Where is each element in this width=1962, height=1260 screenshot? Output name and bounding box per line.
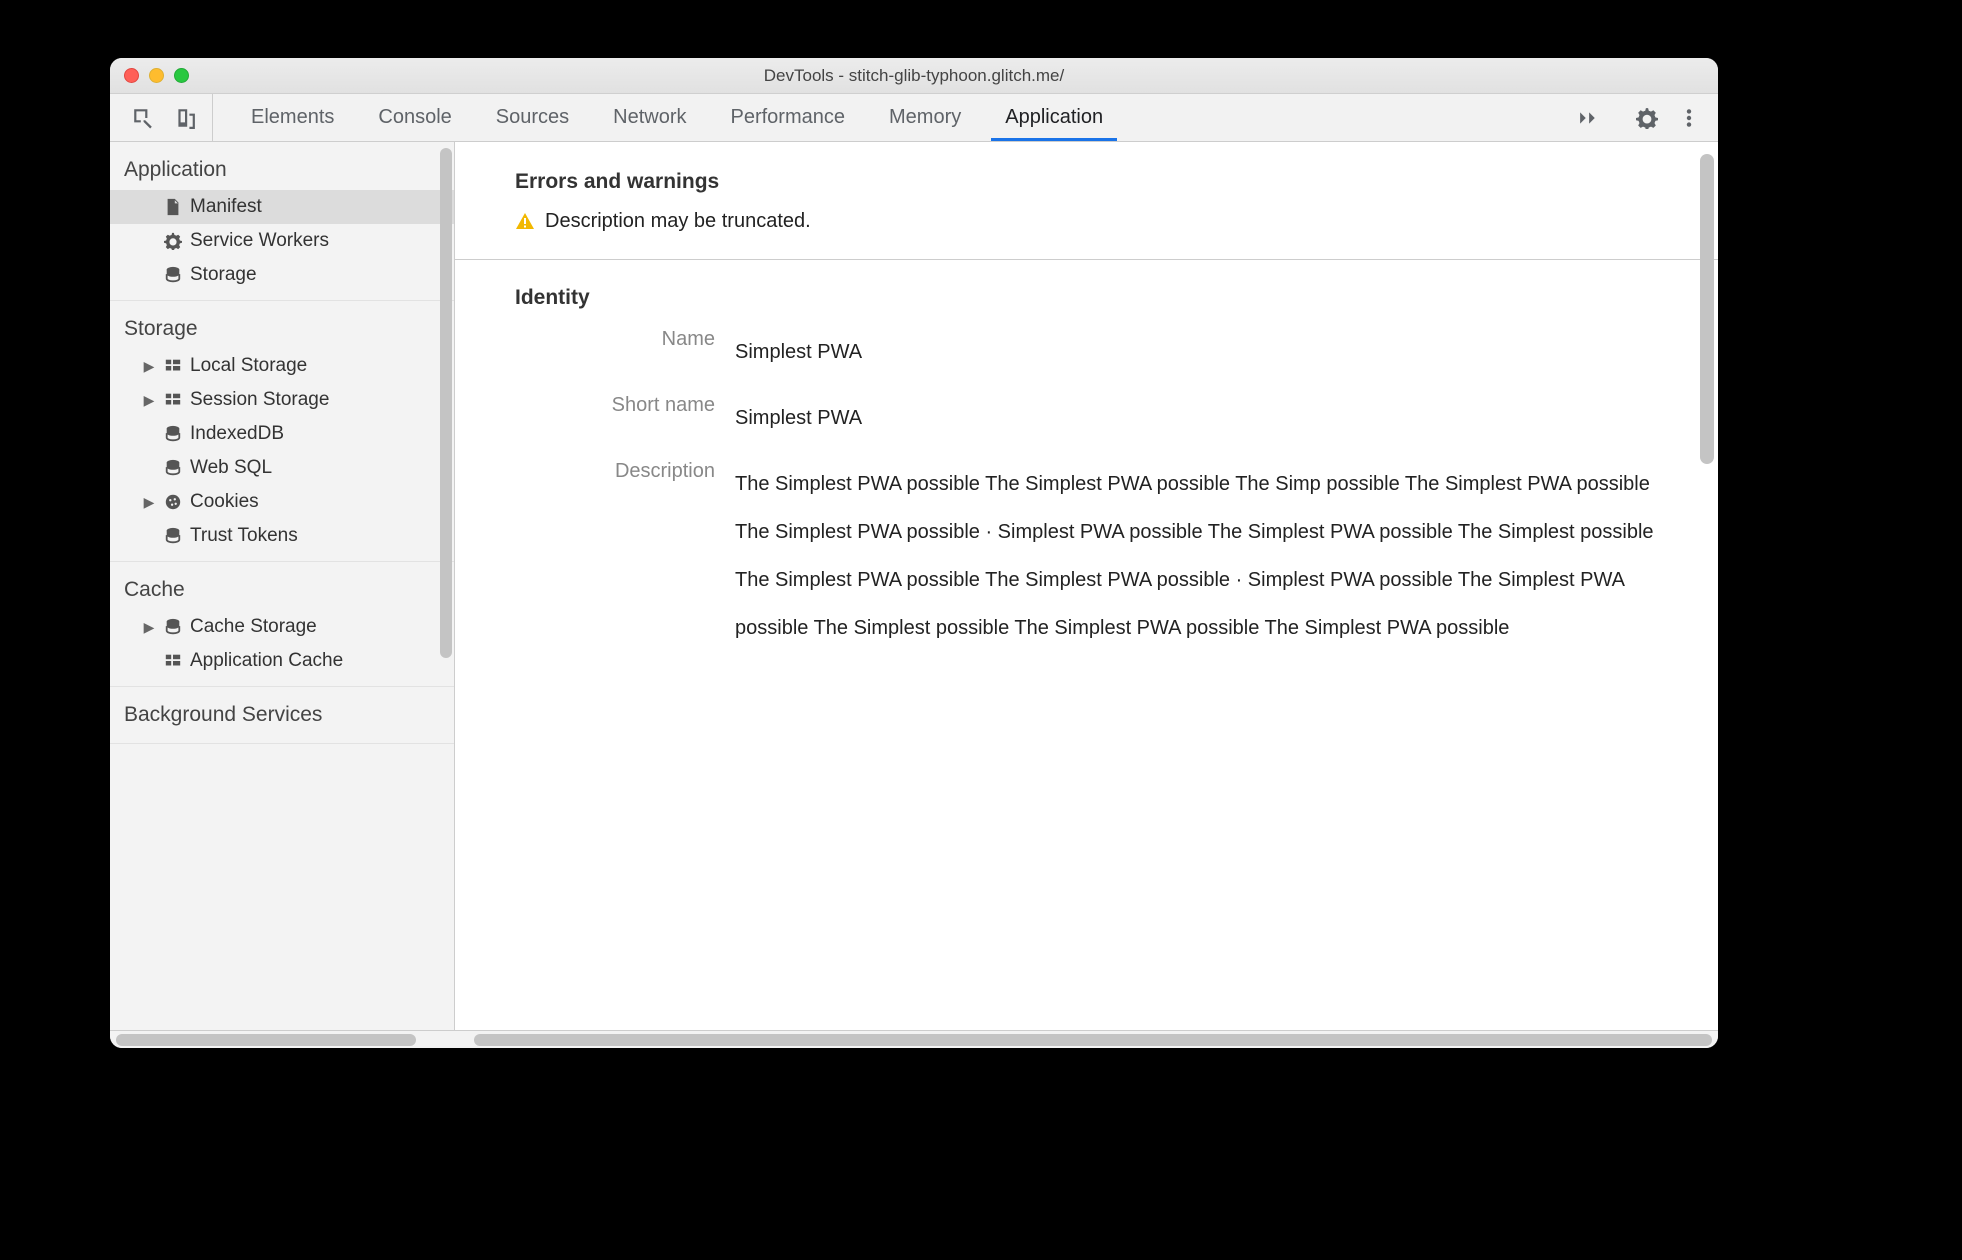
devtools-toolbar: ElementsConsoleSourcesNetworkPerformance… <box>110 94 1718 142</box>
tab-sources[interactable]: Sources <box>474 94 591 141</box>
sidebar-section-storage: Storage <box>110 309 454 349</box>
panel-body: Application▶Manifest▶Service Workers▶Sto… <box>110 142 1718 1030</box>
divider <box>455 259 1718 260</box>
application-sidebar: Application▶Manifest▶Service Workers▶Sto… <box>110 142 455 1030</box>
sidebar-item-label: Service Workers <box>190 230 444 252</box>
identity-shortname-value: Simplest PWA <box>735 394 1718 442</box>
sidebar-item-label: Storage <box>190 264 444 286</box>
sidebar-section-application: Application <box>110 150 454 190</box>
sidebar-item-local-storage[interactable]: ▶ Local Storage <box>110 349 454 383</box>
identity-name-row: Name Simplest PWA <box>515 328 1718 376</box>
tab-application[interactable]: Application <box>983 94 1125 141</box>
sidebar-scrollbar[interactable] <box>440 148 452 658</box>
warning-icon <box>515 212 535 232</box>
grid-icon <box>164 391 182 409</box>
file-icon <box>164 198 182 216</box>
sidebar-item-label: Web SQL <box>190 457 444 479</box>
settings-icon[interactable] <box>1632 103 1662 133</box>
identity-description-label: Description <box>515 460 715 652</box>
panel-tabs: ElementsConsoleSourcesNetworkPerformance… <box>213 94 1567 141</box>
content-scrollbar[interactable] <box>1700 154 1714 464</box>
sidebar-item-session-storage[interactable]: ▶ Session Storage <box>110 383 454 417</box>
more-menu-icon[interactable] <box>1674 103 1704 133</box>
identity-shortname-row: Short name Simplest PWA <box>515 394 1718 442</box>
db-icon <box>164 527 182 545</box>
tab-console[interactable]: Console <box>356 94 473 141</box>
sidebar-section-cache: Cache <box>110 570 454 610</box>
disclosure-triangle-icon[interactable]: ▶ <box>142 392 156 409</box>
identity-name-value: Simplest PWA <box>735 328 1718 376</box>
tab-performance[interactable]: Performance <box>709 94 868 141</box>
sidebar-section-background-services: Background Services <box>110 695 454 735</box>
window-title: DevTools - stitch-glib-typhoon.glitch.me… <box>110 66 1718 86</box>
sidebar-item-label: Trust Tokens <box>190 525 444 547</box>
sidebar-item-service-workers[interactable]: ▶Service Workers <box>110 224 454 258</box>
gear-icon <box>164 232 182 250</box>
disclosure-triangle-icon[interactable]: ▶ <box>142 358 156 375</box>
identity-heading: Identity <box>515 286 1718 310</box>
sidebar-item-label: IndexedDB <box>190 423 444 445</box>
sidebar-h-scrollbar[interactable] <box>116 1034 416 1046</box>
db-icon <box>164 266 182 284</box>
sidebar-item-indexeddb[interactable]: ▶IndexedDB <box>110 417 454 451</box>
warning-row: Description may be truncated. <box>515 210 1718 233</box>
sidebar-item-cookies[interactable]: ▶ Cookies <box>110 485 454 519</box>
sidebar-item-label: Local Storage <box>190 355 444 377</box>
devtools-window: DevTools - stitch-glib-typhoon.glitch.me… <box>110 58 1718 1048</box>
titlebar: DevTools - stitch-glib-typhoon.glitch.me… <box>110 58 1718 94</box>
tab-elements[interactable]: Elements <box>229 94 356 141</box>
more-tabs-icon[interactable] <box>1573 103 1603 133</box>
sidebar-item-label: Cache Storage <box>190 616 444 638</box>
sidebar-item-storage[interactable]: ▶Storage <box>110 258 454 292</box>
db-icon <box>164 425 182 443</box>
sidebar-item-label: Manifest <box>190 196 444 218</box>
tab-network[interactable]: Network <box>591 94 708 141</box>
identity-shortname-label: Short name <box>515 394 715 442</box>
sidebar-item-trust-tokens[interactable]: ▶Trust Tokens <box>110 519 454 553</box>
inspect-element-icon[interactable] <box>128 103 158 133</box>
tab-memory[interactable]: Memory <box>867 94 983 141</box>
toggle-device-icon[interactable] <box>170 103 200 133</box>
disclosure-triangle-icon[interactable]: ▶ <box>142 619 156 636</box>
sidebar-item-label: Session Storage <box>190 389 444 411</box>
identity-name-label: Name <box>515 328 715 376</box>
scrollbar-spacer <box>428 1034 462 1046</box>
bottom-scroll-region <box>110 1030 1718 1048</box>
sidebar-item-manifest[interactable]: ▶Manifest <box>110 190 454 224</box>
warning-text: Description may be truncated. <box>545 210 811 233</box>
db-icon <box>164 618 182 636</box>
disclosure-triangle-icon[interactable]: ▶ <box>142 494 156 511</box>
manifest-panel: Errors and warnings Description may be t… <box>455 142 1718 1030</box>
identity-description-row: Description The Simplest PWA possible Th… <box>515 460 1718 652</box>
grid-icon <box>164 357 182 375</box>
sidebar-item-label: Application Cache <box>190 650 444 672</box>
sidebar-item-application-cache[interactable]: ▶Application Cache <box>110 644 454 678</box>
cookie-icon <box>164 493 182 511</box>
grid-icon <box>164 652 182 670</box>
identity-description-value: The Simplest PWA possible The Simplest P… <box>735 460 1718 652</box>
sidebar-item-cache-storage[interactable]: ▶ Cache Storage <box>110 610 454 644</box>
db-icon <box>164 459 182 477</box>
sidebar-item-label: Cookies <box>190 491 444 513</box>
sidebar-item-web-sql[interactable]: ▶Web SQL <box>110 451 454 485</box>
errors-heading: Errors and warnings <box>515 170 1718 194</box>
content-h-scrollbar[interactable] <box>474 1034 1712 1046</box>
